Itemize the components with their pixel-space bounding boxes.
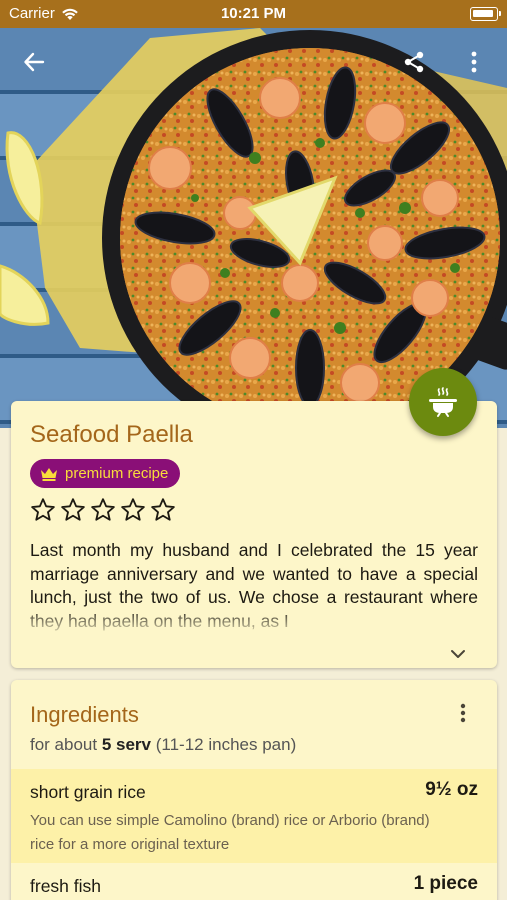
back-button[interactable] [16, 44, 52, 80]
more-vertical-icon [471, 51, 477, 73]
ingredient-quantity: 9½ oz [425, 779, 478, 800]
recipe-description-container: Last month my husband and I celebrated t… [30, 539, 478, 633]
description-fade [30, 607, 478, 633]
battery-icon [470, 7, 501, 21]
crown-icon [41, 467, 57, 481]
star-icon[interactable] [90, 497, 116, 523]
servings-prefix: for about [30, 735, 98, 754]
ingredients-title: Ingredients [30, 702, 139, 727]
star-icon[interactable] [120, 497, 146, 523]
ingredients-card: Ingredients for about 5 serv (11-12 inch… [11, 680, 497, 900]
recipe-title: Seafood Paella [30, 421, 193, 448]
status-bar: Carrier 10:21 PM [0, 0, 507, 28]
paella-photo [0, 28, 507, 428]
share-icon [404, 51, 424, 73]
rating-stars[interactable] [30, 497, 176, 523]
status-time: 10:21 PM [220, 5, 287, 22]
cooking-pot-icon [429, 387, 457, 417]
ingredient-quantity: 1 piece [413, 873, 478, 894]
premium-badge: premium recipe [30, 459, 181, 488]
ingredients-more-button[interactable] [451, 701, 475, 725]
ingredient-row[interactable]: short grain rice 9½ oz You can use simpl… [11, 769, 497, 863]
cook-mode-button[interactable] [409, 368, 477, 436]
arrow-left-icon [24, 52, 45, 72]
ingredient-note: You can use simple Camolino (brand) rice… [30, 812, 430, 853]
premium-badge-label: premium recipe [65, 465, 169, 482]
chevron-down-icon [451, 650, 465, 658]
recipe-info-card: Seafood Paella premium recipe Last month… [11, 401, 497, 668]
ingredient-name: fresh fish [30, 876, 101, 896]
more-vertical-icon [460, 703, 466, 723]
more-options-button[interactable] [456, 44, 492, 80]
servings-suffix: (11-12 inches pan) [155, 735, 297, 754]
ingredient-row[interactable]: fresh fish 1 piece [11, 863, 497, 900]
ingredient-name: short grain rice [30, 782, 146, 802]
star-icon[interactable] [60, 497, 86, 523]
star-icon[interactable] [150, 497, 176, 523]
servings-info[interactable]: for about 5 serv (11-12 inches pan) [30, 735, 296, 755]
star-icon[interactable] [30, 497, 56, 523]
share-button[interactable] [396, 44, 432, 80]
recipe-hero-image [0, 28, 507, 428]
expand-description-button[interactable] [447, 643, 469, 665]
servings-value: 5 serv [101, 735, 152, 754]
